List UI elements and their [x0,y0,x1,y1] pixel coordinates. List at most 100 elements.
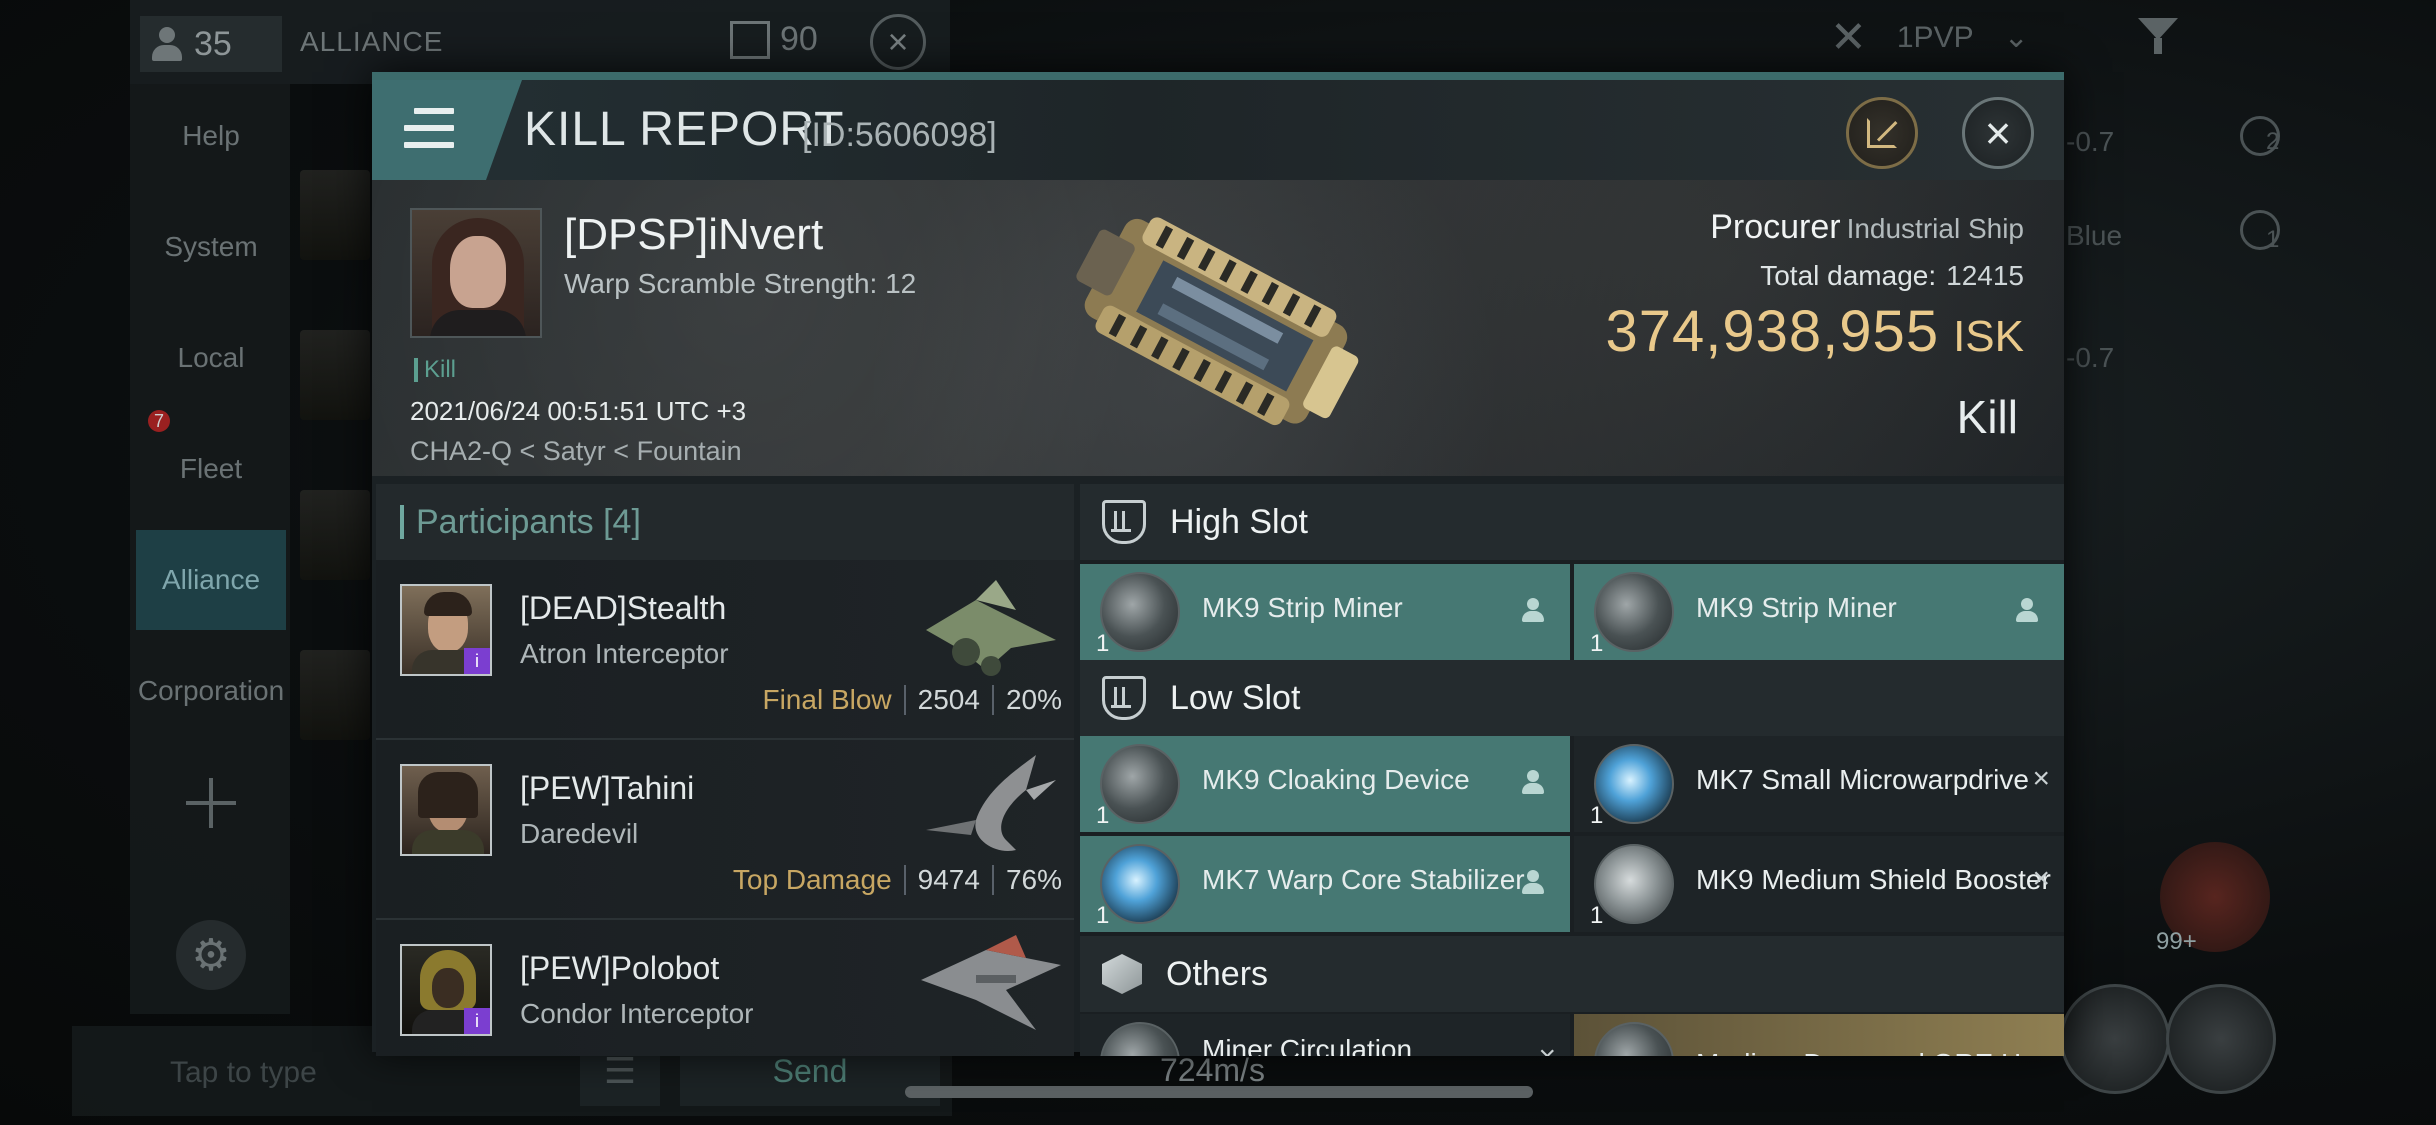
panel-header: KILL REPORT [ID:5606098] × [372,80,2064,180]
strip-miner-icon [1594,572,1674,652]
total-damage: Total damage: 12415 [1760,260,2024,292]
chat-close-icon[interactable]: × [870,14,926,70]
participants-header: Participants [4] [376,484,1074,560]
filter-icon[interactable] [2138,18,2178,58]
high-slot-header: High Slot [1080,484,2064,560]
warp-core-stabilizer-icon [1100,844,1180,924]
participant-portrait[interactable] [400,764,492,856]
victim-portrait[interactable] [410,208,542,338]
sidebar-item-alliance[interactable]: Alliance [136,530,286,630]
module-item[interactable]: Medium Damaged ORE Hu [1574,1014,2064,1056]
player-count-button[interactable]: 35 [140,16,282,72]
shield-button[interactable] [2166,984,2276,1094]
person-icon [152,27,182,61]
destroyed-x-icon: × [2032,862,2050,895]
sidebar-item-local[interactable]: Local [136,308,286,408]
ore-hull-icon [1594,1022,1674,1056]
add-channel-icon[interactable] [186,778,236,828]
participant-percent: 76% [1005,864,1062,895]
menu-icon [404,108,454,148]
sidebar-item-fleet[interactable]: Fleet [136,419,286,519]
sidebar-item-corporation[interactable]: Corporation [136,641,286,741]
chat-avatar [300,330,370,420]
module-name: MK9 Cloaking Device [1202,764,1470,795]
others-title: Others [1166,954,1269,993]
dropped-person-icon [1522,870,1544,896]
participant-ship-image [926,580,1056,676]
participant-ship: Condor Interceptor [520,998,754,1029]
participant-stats: Top Damage 9474 76% [733,864,1062,896]
low-slot-header: Low Slot [1080,660,2064,736]
overview-value: Blue [2066,220,2123,251]
kill-report-panel: KILL REPORT [ID:5606098] × [DPSP]iNvert … [372,72,2064,1056]
top-damage-tag: Top Damage [732,864,892,895]
participant-percent: 20% [1005,684,1062,715]
chat-avatar [300,170,370,260]
report-id: [ID:5606098] [802,116,997,154]
total-damage-value: 12415 [1946,260,2024,291]
participant-ship-image [921,935,1061,1030]
module-item[interactable]: 1 MK7 Small Microwarpdrive × [1574,736,2064,832]
drone-button[interactable] [2060,984,2170,1094]
isk-unit: ISK [1953,312,2024,361]
module-name: MK7 Warp Core Stabilizer [1202,864,1525,895]
dropped-person-icon [1522,770,1544,796]
pvp-mode: 1PVP [1896,20,1974,54]
module-item[interactable]: 1 MK9 Cloaking Device [1080,736,1570,832]
share-icon [1867,118,1898,148]
module-name: Miner Circulation... [1202,1034,1436,1056]
kill-result: Kill [1956,391,2018,443]
module-name: MK7 Small Microwarpdrive [1696,764,2029,795]
module-qty: 1 [1590,630,1604,657]
participant-row[interactable]: [PEW]Tahini Daredevil Top Damage 9474 76… [376,740,1074,920]
participant-name: [PEW]Polobot [520,950,720,986]
overview-value: -0.7 [2066,342,2115,373]
participant-portrait[interactable]: i [400,584,492,676]
module-item[interactable]: 1 MK9 Medium Shield Booster × [1574,836,2064,932]
sidebar-item-help[interactable]: Help [136,86,286,186]
victim-ship-image [1076,217,1359,426]
low-slot-title: Low Slot [1170,678,1301,717]
module-item[interactable]: 1 MK7 Warp Core Stabilizer [1080,836,1570,932]
pvp-selector[interactable]: ✕ 1PVP ⌄ [1830,12,2029,63]
participant-ship: Daredevil [520,818,639,849]
module-item[interactable]: Miner Circulation... × [1080,1014,1570,1056]
page-title: KILL REPORT [524,103,845,156]
target-count: 1 [2266,226,2280,253]
total-damage-label: Total damage: [1760,260,1937,291]
participants-title: Participants [4] [416,502,641,541]
isk-value: 374,938,955 [1605,299,1940,364]
participant-portrait[interactable]: i [400,944,492,1036]
mail-count: 90 [780,20,818,58]
chat-input[interactable]: Tap to type [170,1056,317,1090]
module-qty: 1 [1590,902,1604,929]
shield-booster-icon [1594,844,1674,924]
module-qty: 1 [1590,802,1604,829]
close-button[interactable]: × [1962,97,2034,169]
victim-name[interactable]: [DPSP]iNvert [564,210,823,260]
ship-class: Industrial Ship [1846,213,2024,244]
mail-button[interactable]: 90 [730,20,818,59]
participant-damage: 2504 [917,684,980,715]
module-item[interactable]: 1 MK9 Strip Miner [1080,564,1570,660]
participant-ship-image [926,755,1056,851]
participant-row[interactable]: i [PEW]Polobot Condor Interceptor [376,920,1074,1056]
participant-damage: 9474 [917,864,980,895]
fitted-modules: High Slot 1 MK9 Strip Miner 1 MK9 Strip … [1080,484,2064,1056]
info-badge-icon: i [464,1008,490,1034]
participant-ship: Atron Interceptor [520,638,729,669]
participant-row[interactable]: i [DEAD]Stealth Atron Interceptor Final … [376,560,1074,740]
ship-info[interactable]: Procurer Industrial Ship [1710,208,2024,247]
chat-avatar [300,650,370,740]
share-button[interactable] [1846,97,1918,169]
mail-icon [730,20,770,59]
sidebar-item-system[interactable]: System [136,197,286,297]
destroyed-x-icon: × [1538,1040,1556,1056]
high-slot-title: High Slot [1170,502,1308,541]
kill-location[interactable]: CHA2-Q < Satyr < Fountain [410,436,742,467]
channel-title: ALLIANCE [300,26,444,57]
module-item[interactable]: 1 MK9 Strip Miner [1574,564,2064,660]
gear-icon[interactable]: ⚙ [176,920,246,990]
kill-tag: Kill [414,358,456,382]
menu-button[interactable] [372,80,522,180]
